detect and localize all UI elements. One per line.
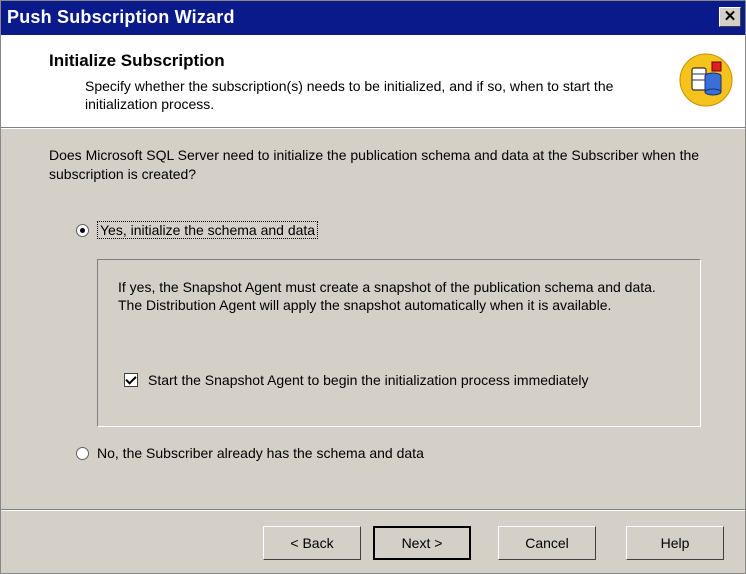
radio-yes-button[interactable] [76,223,89,237]
title-bar: Push Subscription Wizard ✕ [1,1,745,35]
page-title: Initialize Subscription [49,51,225,70]
radio-no-button[interactable] [76,446,89,460]
radio-yes-label[interactable]: Yes, initialize the schema and data [97,221,319,239]
window-title: Push Subscription Wizard [7,7,235,27]
help-button[interactable]: Help [626,526,724,560]
back-button[interactable]: < Back [263,526,361,560]
footer-divider [1,509,745,511]
radio-yes-option[interactable]: Yes, initialize the schema and data [76,221,319,239]
next-button[interactable]: Next > [373,526,471,560]
start-snapshot-option[interactable]: Start the Snapshot Agent to begin the in… [124,372,588,388]
wizard-header: Initialize Subscription Specify whether … [1,35,745,128]
header-divider [1,128,745,129]
radio-no-label[interactable]: No, the Subscriber already has the schem… [97,445,424,461]
group-description: If yes, the Snapshot Agent must create a… [118,279,656,313]
start-snapshot-label[interactable]: Start the Snapshot Agent to begin the in… [148,372,588,388]
page-description: Specify whether the subscription(s) need… [85,78,614,112]
start-snapshot-checkbox[interactable] [124,373,138,387]
close-button[interactable]: ✕ [719,7,741,27]
question-text: Does Microsoft SQL Server need to initia… [49,147,700,182]
initialization-group: If yes, the Snapshot Agent must create a… [97,259,701,427]
cancel-button[interactable]: Cancel [498,526,596,560]
database-wizard-icon [679,53,733,107]
wizard-dialog: Push Subscription Wizard ✕ Initialize Su… [0,0,746,574]
radio-no-option[interactable]: No, the Subscriber already has the schem… [76,445,424,461]
